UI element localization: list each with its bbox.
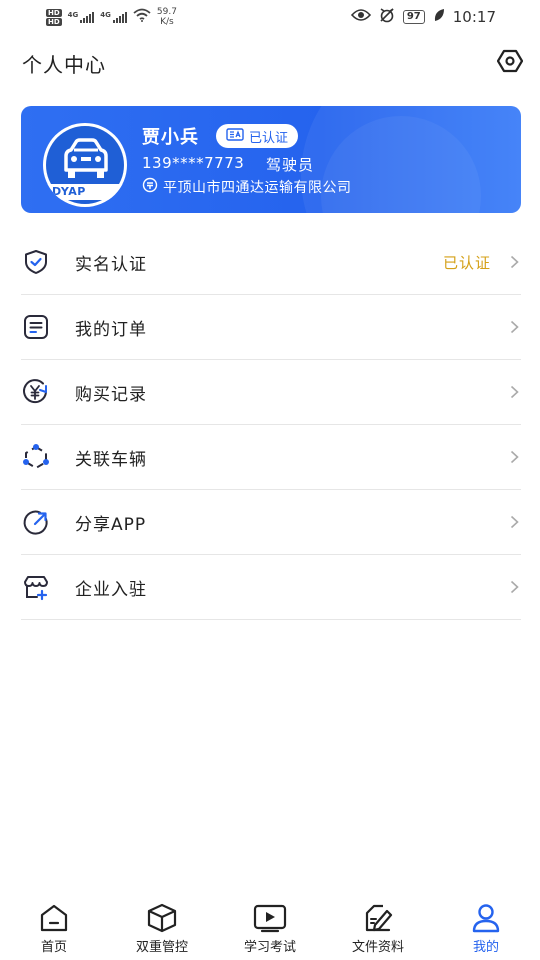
menu-label: 我的订单 <box>75 319 147 340</box>
avatar[interactable]: DYAP <box>43 123 127 207</box>
video-play-icon <box>252 903 288 933</box>
verify-badge: 已认证 <box>216 124 299 148</box>
tab-label: 文件资料 <box>351 940 404 955</box>
status-bar: HD HD 4G 4G 59.7 K/s 97 10:17 <box>0 0 540 34</box>
tab-home[interactable]: 首页 <box>0 903 108 955</box>
menu-list: 实名认证 已认证 我的订单 购买记录 关联车辆 分享APP 企业入驻 <box>21 230 521 620</box>
chevron-right-icon <box>507 450 521 464</box>
status-bar-left: HD HD 4G 4G 59.7 K/s <box>46 7 177 27</box>
menu-item-enterprise[interactable]: 企业入驻 <box>21 555 521 620</box>
status-bar-right: 97 10:17 <box>350 7 496 27</box>
menu-label: 购买记录 <box>75 384 147 405</box>
hd-badge-2: HD <box>46 17 62 26</box>
order-list-icon <box>21 312 51 342</box>
chevron-right-icon <box>507 320 521 334</box>
store-plus-icon <box>21 572 51 602</box>
chevron-right-icon <box>507 255 521 269</box>
tab-study-exam[interactable]: 学习考试 <box>216 903 324 955</box>
profile-card[interactable]: DYAP 贾小兵 已认证 139****7773 驾驶员 平顶山市四通达运输有限… <box>21 106 521 213</box>
page-title: 个人中心 <box>22 52 106 77</box>
menu-item-share[interactable]: 分享APP <box>21 490 521 555</box>
company-row: 平顶山市四通达运输有限公司 <box>142 177 352 197</box>
share-arrow-icon <box>21 507 51 537</box>
tab-label: 双重管控 <box>135 940 188 955</box>
home-icon <box>36 903 72 933</box>
user-phone: 139****7773 <box>142 154 245 172</box>
chevron-right-icon <box>507 385 521 399</box>
menu-label: 关联车辆 <box>75 449 147 470</box>
tab-label: 首页 <box>40 940 67 955</box>
wifi-icon <box>133 8 151 26</box>
clock-time: 10:17 <box>452 8 496 26</box>
verify-label: 已认证 <box>249 130 289 146</box>
tab-dual-control[interactable]: 双重管控 <box>108 903 216 955</box>
network-speed: 59.7 K/s <box>157 7 177 27</box>
bottom-tab-bar: 首页 双重管控 学习考试 文件资料 我的 <box>0 898 540 960</box>
tab-documents[interactable]: 文件资料 <box>324 903 432 955</box>
menu-item-real-name[interactable]: 实名认证 已认证 <box>21 230 521 295</box>
alarm-off-icon <box>379 7 395 27</box>
tab-label: 我的 <box>472 940 499 955</box>
header: 个人中心 <box>0 42 540 84</box>
battery-icon: 97 <box>402 10 425 24</box>
chevron-right-icon <box>507 515 521 529</box>
user-icon <box>468 903 504 933</box>
cube-icon <box>144 903 180 933</box>
net-type-2: 4G <box>100 11 111 19</box>
menu-label: 实名认证 <box>75 254 147 275</box>
user-role: 驾驶员 <box>266 156 315 174</box>
eye-icon <box>350 8 371 26</box>
signal-1-icon: 4G <box>68 11 95 23</box>
verified-status: 已认证 <box>442 253 491 272</box>
speed-value: 59.7 <box>156 7 177 17</box>
user-name: 贾小兵 <box>142 127 199 148</box>
settings-hexagon-icon <box>496 49 524 77</box>
menu-item-orders[interactable]: 我的订单 <box>21 295 521 360</box>
signal-group: 4G <box>68 11 95 23</box>
tab-mine[interactable]: 我的 <box>432 903 540 955</box>
id-card-icon <box>226 127 244 145</box>
document-pen-icon <box>360 903 396 933</box>
signal-2-icon: 4G <box>100 11 127 23</box>
avatar-brand-text: DYAP <box>52 185 86 198</box>
menu-item-purchases[interactable]: 购买记录 <box>21 360 521 425</box>
company-icon <box>142 177 158 197</box>
leaf-icon <box>433 8 445 26</box>
chevron-right-icon <box>507 580 521 594</box>
hd-badge-1: HD <box>46 8 62 17</box>
link-nodes-icon <box>21 442 51 472</box>
settings-button[interactable] <box>496 49 524 77</box>
net-type-1: 4G <box>67 11 79 19</box>
menu-label: 分享APP <box>75 514 147 535</box>
speed-unit: K/s <box>160 17 174 27</box>
shield-check-icon <box>21 247 51 277</box>
menu-label: 企业入驻 <box>75 579 147 600</box>
menu-item-vehicles[interactable]: 关联车辆 <box>21 425 521 490</box>
tab-label: 学习考试 <box>243 940 296 955</box>
company-name: 平顶山市四通达运输有限公司 <box>163 180 352 196</box>
yuan-circle-icon <box>21 377 51 407</box>
hd-indicators: HD HD <box>46 8 62 26</box>
avatar-background: DYAP <box>46 126 124 204</box>
